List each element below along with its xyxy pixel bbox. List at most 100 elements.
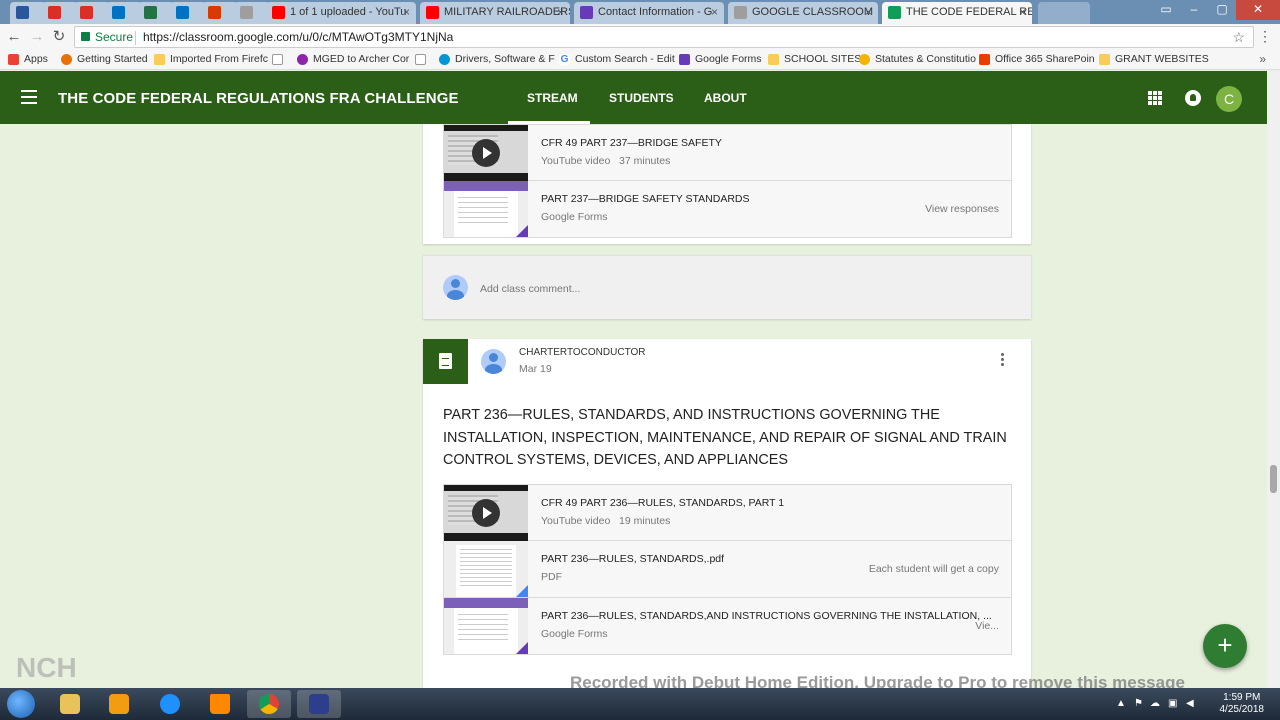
taskbar-chrome[interactable] [247, 690, 291, 718]
close-tab-icon[interactable]: × [557, 5, 564, 19]
browser-tab[interactable] [202, 2, 238, 24]
post-date: Mar 19 [519, 363, 552, 375]
bookmark-school-sites[interactable]: SCHOOL SITES [768, 53, 861, 65]
bookmark-statutes[interactable]: Statutes & Constitutio [859, 53, 976, 65]
browser-tab-code-federal-regulations[interactable]: THE CODE FEDERAL REG × [882, 2, 1032, 24]
taskbar-file-explorer[interactable] [48, 690, 92, 718]
form-thumbnail [444, 181, 528, 237]
author-avatar [481, 349, 506, 374]
browser-tab[interactable] [234, 2, 270, 24]
more-bookmarks-icon[interactable]: » [1259, 52, 1266, 66]
browser-tab[interactable] [74, 2, 110, 24]
class-comment-bar[interactable]: Add class comment... [423, 255, 1031, 319]
page-icon [415, 54, 426, 65]
bookmarks-bar: Apps Getting Started Imported From Firef… [0, 50, 1280, 70]
new-tab-button[interactable] [1038, 2, 1090, 24]
attachment-video[interactable]: CFR 49 PART 237—BRIDGE SAFETY YouTube vi… [443, 124, 1012, 181]
browser-tab-contact-information[interactable]: Contact Information - G × [574, 2, 724, 24]
taskbar-vlc[interactable] [198, 690, 242, 718]
main-menu-icon[interactable] [21, 90, 37, 104]
close-tab-icon[interactable]: × [403, 5, 410, 19]
reload-button[interactable]: ↻ [50, 28, 68, 46]
taskbar-media-player[interactable] [97, 690, 141, 718]
attachment-pdf[interactable]: PART 236—RULES, STANDARDS,.pdf PDF Each … [443, 541, 1012, 598]
flag-icon[interactable]: ⚑ [1134, 698, 1146, 710]
view-responses-link[interactable]: View responses [925, 203, 999, 215]
bookmark-hp-drivers[interactable]: Drivers, Software & F [439, 53, 555, 65]
attachment-title: PART 237—BRIDGE SAFETY STANDARDS [541, 193, 750, 205]
more-options-icon[interactable] [997, 351, 1007, 371]
address-bar[interactable]: Secure https://classroom.google.com/u/0/… [74, 26, 1254, 48]
scrollbar-thumb[interactable] [1270, 465, 1277, 493]
outlook-icon [112, 6, 125, 19]
browser-tab-youtube-upload[interactable]: 1 of 1 uploaded - YouTu × [266, 2, 416, 24]
tab-about[interactable]: ABOUT [704, 91, 747, 105]
show-hidden-icons[interactable]: ▲ [1116, 698, 1128, 710]
bookmark-getting-started[interactable]: Getting Started [61, 53, 148, 65]
apps-grid-icon [8, 54, 19, 65]
attachment-subtitle: YouTube video 19 minutes [541, 515, 671, 527]
firefox-icon [61, 54, 72, 65]
volume-icon[interactable]: ◀ [1186, 698, 1198, 710]
office-icon [208, 6, 221, 19]
browser-tab[interactable] [10, 2, 46, 24]
google-apps-icon[interactable] [1148, 91, 1162, 105]
post-card: CFR 49 PART 237—BRIDGE SAFETY YouTube vi… [423, 124, 1031, 244]
close-tab-icon[interactable]: × [711, 5, 718, 19]
attachment-video[interactable]: CFR 49 PART 236—RULES, STANDARDS, PART 1… [443, 484, 1012, 541]
class-stream: CFR 49 PART 237—BRIDGE SAFETY YouTube vi… [0, 124, 1267, 688]
minimize-button[interactable]: – [1180, 0, 1208, 20]
page-scrollbar[interactable] [1267, 71, 1280, 688]
taskbar-internet-explorer[interactable] [148, 690, 192, 718]
attachment-title: CFR 49 PART 236—RULES, STANDARDS, PART 1 [541, 497, 785, 509]
video-thumbnail [444, 485, 528, 541]
forms-icon [580, 6, 593, 19]
forward-button[interactable]: → [28, 28, 46, 46]
tab-students[interactable]: STUDENTS [609, 91, 674, 105]
user-profile-button[interactable]: ▭ [1152, 0, 1180, 20]
account-avatar[interactable]: C [1216, 86, 1242, 112]
attachment-form[interactable]: PART 236—RULES, STANDARDS,AND INSTRUCTIO… [443, 598, 1012, 655]
network-icon[interactable]: ▣ [1168, 698, 1180, 710]
browser-tab[interactable] [138, 2, 174, 24]
statutes-icon [859, 54, 870, 65]
browser-tab[interactable] [42, 2, 78, 24]
youtube-icon [426, 6, 439, 19]
bookmark-mged[interactable]: MGED to Archer Cor [297, 53, 409, 65]
bookmark-office365[interactable]: Office 365 SharePoin [979, 53, 1095, 65]
close-tab-icon[interactable]: × [865, 5, 872, 19]
outlook-icon [176, 6, 189, 19]
system-clock[interactable]: 1:59 PM 4/25/2018 [1220, 692, 1265, 716]
bookmark-apps[interactable]: Apps [8, 53, 48, 65]
close-window-button[interactable]: ✕ [1236, 0, 1280, 20]
browser-tab-google-classroom[interactable]: GOOGLE CLASSROOM × [728, 2, 878, 24]
youtube-icon [272, 6, 285, 19]
start-button[interactable] [7, 690, 35, 718]
browser-menu-icon[interactable]: ⋮ [1258, 28, 1272, 45]
clock-date: 4/25/2018 [1219, 704, 1265, 715]
bookmark-grant-websites[interactable]: GRANT WEBSITES [1099, 53, 1209, 65]
page-icon [734, 6, 747, 19]
browser-tab[interactable] [170, 2, 206, 24]
close-tab-icon[interactable]: × [1019, 5, 1026, 19]
bookmark-imported-firefox[interactable]: Imported From Firefc [154, 53, 268, 65]
notifications-icon[interactable] [1185, 90, 1201, 106]
view-responses-link[interactable]: Vie... [975, 620, 999, 632]
bookmark-google-forms[interactable]: Google Forms [679, 53, 762, 65]
url-text[interactable]: https://classroom.google.com/u/0/c/MTAwO… [143, 27, 453, 47]
folder-icon [154, 54, 165, 65]
attachment-form[interactable]: PART 237—BRIDGE SAFETY STANDARDS Google … [443, 181, 1012, 238]
maximize-button[interactable]: ▢ [1208, 0, 1236, 20]
bookmark-custom-search[interactable]: G Custom Search - Edit [559, 53, 675, 65]
cloud-icon[interactable]: ☁ [1150, 698, 1162, 710]
browser-tab-military-railroaders[interactable]: MILITARY RAILROADERS × [420, 2, 570, 24]
browser-tab[interactable] [106, 2, 142, 24]
create-button[interactable]: + [1203, 624, 1247, 668]
tab-stream[interactable]: STREAM [527, 91, 578, 105]
bookmark-star-icon[interactable]: ☆ [1232, 27, 1245, 47]
back-button[interactable]: ← [5, 28, 23, 46]
class-comment-input[interactable]: Add class comment... [480, 283, 580, 295]
attachment-subtitle: YouTube video 37 minutes [541, 155, 671, 167]
tab-label: GOOGLE CLASSROOM [752, 6, 874, 18]
taskbar-debut-recorder[interactable] [297, 690, 341, 718]
